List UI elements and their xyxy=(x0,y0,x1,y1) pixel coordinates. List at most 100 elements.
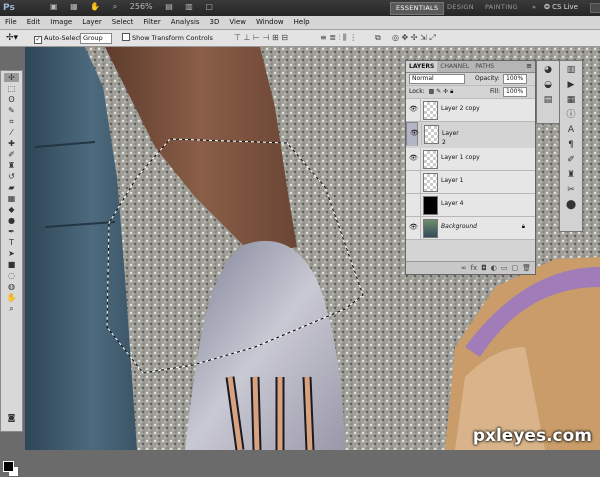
color-panel-icon[interactable]: ◕ xyxy=(541,65,555,76)
layer-style-icon[interactable]: fx xyxy=(471,264,478,272)
layer-row[interactable]: Layer 1 xyxy=(406,171,535,194)
visibility-empty-box[interactable] xyxy=(409,200,417,208)
history-panel-icon[interactable]: ▥ xyxy=(564,65,578,76)
layer-row[interactable]: Layer 4 xyxy=(406,194,535,217)
menu-help[interactable]: Help xyxy=(289,16,315,29)
workspace-essentials[interactable]: ESSENTIALS xyxy=(390,2,445,15)
mini-bridge-icon[interactable]: ▦ xyxy=(70,2,78,11)
lock-all-icon[interactable]: 🔒︎ xyxy=(450,88,453,95)
tab-layers[interactable]: LAYERS xyxy=(406,61,438,72)
foreground-color-swatch[interactable] xyxy=(3,461,14,472)
quick-selection-tool-icon[interactable]: ✎ xyxy=(4,106,19,115)
dodge-tool-icon[interactable]: ● xyxy=(4,216,19,225)
visibility-eye-icon[interactable]: 👁︎ xyxy=(409,105,418,113)
tab-channels[interactable]: CHANNEL xyxy=(437,61,472,72)
visibility-empty-box[interactable] xyxy=(409,177,417,185)
menu-analysis[interactable]: Analysis xyxy=(166,16,205,29)
blend-mode-dropdown[interactable]: Normal xyxy=(409,73,465,84)
layers-panel-icon[interactable]: ▤ xyxy=(541,95,555,106)
masks-panel-icon[interactable]: ⬤ xyxy=(564,200,578,211)
3d-mode-icons[interactable]: ◎ ✥ ✣ ⇲ ⤢ xyxy=(392,33,436,43)
panel-menu-icon[interactable]: ≡ xyxy=(526,61,532,72)
auto-select-checkbox[interactable]: ✓ Auto-Select: xyxy=(34,33,84,44)
lock-image-icon[interactable]: ✎ xyxy=(436,88,441,95)
menu-image[interactable]: Image xyxy=(45,16,77,29)
tool-presets-panel-icon[interactable]: ✂ xyxy=(564,185,578,196)
menu-view[interactable]: View xyxy=(224,16,251,29)
opacity-field[interactable]: 100% xyxy=(503,74,527,84)
brushes-panel-icon[interactable]: ✐ xyxy=(564,155,578,166)
menu-window[interactable]: Window xyxy=(251,16,289,29)
layer-row-selected[interactable]: 👁︎ Layer 2 xyxy=(406,122,459,146)
mini-bridge-panel-icon[interactable]: ▦ xyxy=(564,95,578,106)
workspace-design[interactable]: DESIGN xyxy=(442,2,479,13)
auto-align-layers-icon[interactable]: ⧉ xyxy=(375,33,381,43)
lock-position-icon[interactable]: ✢ xyxy=(443,88,448,95)
healing-brush-tool-icon[interactable]: ✚ xyxy=(4,139,19,148)
shape-tool-icon[interactable]: ■ xyxy=(4,260,19,269)
actions-panel-icon[interactable]: ▶ xyxy=(564,80,578,91)
menu-file[interactable]: File xyxy=(0,16,22,29)
cs-live-button[interactable]: ❂ CS Live xyxy=(544,2,578,13)
hand-tool-icon[interactable]: ✋ xyxy=(90,2,100,11)
add-mask-icon[interactable]: ◘ xyxy=(481,264,487,272)
zoom-tool-icon[interactable]: ⌕ xyxy=(113,2,117,11)
eraser-tool-icon[interactable]: ▰ xyxy=(4,183,19,192)
lasso-tool-icon[interactable]: ʘ xyxy=(4,95,19,104)
window-close-icon[interactable] xyxy=(590,3,600,13)
link-layers-icon[interactable]: ∞ xyxy=(461,264,467,272)
history-brush-tool-icon[interactable]: ↺ xyxy=(4,172,19,181)
menu-layer[interactable]: Layer xyxy=(77,16,107,29)
zoom-tool-icon[interactable]: ⌕ xyxy=(4,304,19,313)
zoom-level[interactable]: 256% xyxy=(130,2,153,11)
menu-select[interactable]: Select xyxy=(107,16,139,29)
arrange-documents-icon[interactable]: ▥ xyxy=(185,2,193,11)
type-tool-icon[interactable]: T xyxy=(4,238,19,247)
workspace-more-icon[interactable]: » xyxy=(527,2,541,13)
layer-row-background[interactable]: 👁︎ Background 🔒︎ xyxy=(406,217,535,240)
clone-source-panel-icon[interactable]: ♜ xyxy=(564,170,578,181)
adjustments-panel-icon[interactable]: ◒ xyxy=(541,80,555,91)
lock-transparent-icon[interactable]: ▩ xyxy=(429,88,435,95)
fill-field[interactable]: 100% xyxy=(503,87,527,97)
visibility-eye-icon[interactable]: 👁︎ xyxy=(410,129,419,137)
menu-filter[interactable]: Filter xyxy=(138,16,165,29)
show-transform-controls-checkbox[interactable]: Show Transform Controls xyxy=(122,33,213,43)
marquee-tool-icon[interactable]: ⬚ xyxy=(4,84,19,93)
menu-3d[interactable]: 3D xyxy=(205,16,225,29)
clone-stamp-tool-icon[interactable]: ♜ xyxy=(4,161,19,170)
crop-tool-icon[interactable]: ⌗ xyxy=(4,117,19,126)
menu-edit[interactable]: Edit xyxy=(22,16,46,29)
brush-tool-icon[interactable]: ✐ xyxy=(4,150,19,159)
path-selection-tool-icon[interactable]: ➤ xyxy=(4,249,19,258)
adjustment-layer-icon[interactable]: ◐ xyxy=(491,264,497,272)
character-panel-icon[interactable]: A xyxy=(564,125,578,136)
bridge-icon[interactable]: ▣ xyxy=(50,2,58,11)
blur-tool-icon[interactable]: ◆ xyxy=(4,205,19,214)
distribute-buttons[interactable]: ≡ ≣ ⫶ ⫼ ⋮ xyxy=(320,33,357,43)
screen-mode-icon[interactable]: ▢ xyxy=(205,2,213,11)
align-buttons[interactable]: ⊤ ⊥ ⊢ ⊣ ⊞ ⊟ xyxy=(234,33,288,43)
eyedropper-tool-icon[interactable]: ⁄ xyxy=(4,128,19,137)
layer-row[interactable]: 👁︎ Layer 2 copy xyxy=(406,99,535,122)
delete-layer-icon[interactable]: 🗑︎ xyxy=(522,264,531,272)
gradient-tool-icon[interactable]: ▦ xyxy=(4,194,19,203)
layer-row[interactable]: 👁︎ Layer 1 copy xyxy=(406,148,535,171)
new-layer-icon[interactable]: ▢ xyxy=(511,264,518,272)
visibility-eye-icon[interactable]: 👁︎ xyxy=(409,223,418,231)
paragraph-panel-icon[interactable]: ¶ xyxy=(564,140,578,151)
workspace-painting[interactable]: PAINTING xyxy=(480,2,523,13)
3d-rotate-tool-icon[interactable]: ◌ xyxy=(4,271,19,280)
view-extras-icon[interactable]: ▤ xyxy=(165,2,173,11)
3d-orbit-tool-icon[interactable]: ◍ xyxy=(4,282,19,291)
quick-mask-icon[interactable]: ◙ xyxy=(4,413,19,422)
pen-tool-icon[interactable]: ✒ xyxy=(4,227,19,236)
tab-paths[interactable]: PATHS xyxy=(472,61,497,72)
visibility-eye-icon[interactable]: 👁︎ xyxy=(409,154,418,162)
move-tool-icon[interactable]: ✢ xyxy=(4,73,19,82)
new-group-icon[interactable]: ▭ xyxy=(501,264,508,272)
hand-tool-icon[interactable]: ✋ xyxy=(4,293,19,302)
info-panel-icon[interactable]: ⓘ xyxy=(564,110,578,121)
move-tool-preset-icon[interactable]: ✢▾ xyxy=(6,33,18,43)
auto-select-dropdown[interactable]: Group xyxy=(80,33,112,44)
